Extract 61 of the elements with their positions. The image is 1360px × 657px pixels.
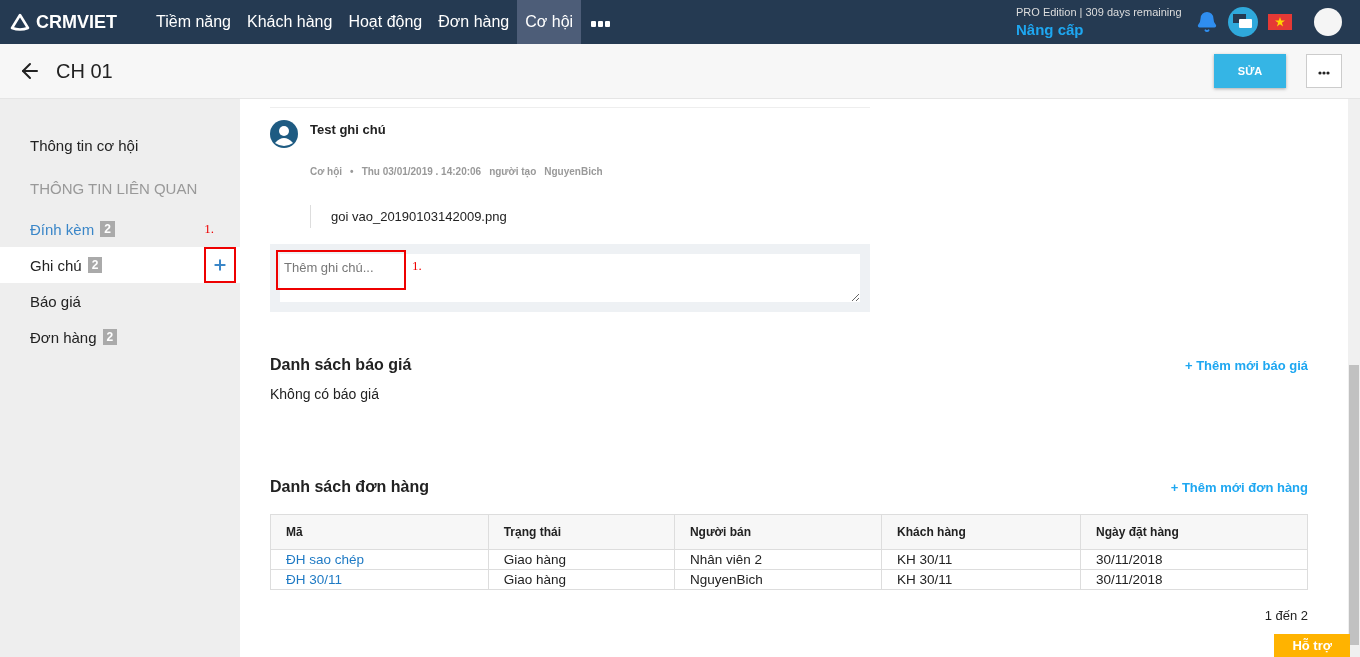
sidebar-item[interactable]: Đơn hàng 2 (0, 319, 240, 355)
column-header: Người bán (674, 514, 882, 550)
annotation-number: 1. (204, 221, 214, 237)
more-icon (1318, 71, 1330, 75)
more-button[interactable] (1306, 54, 1342, 88)
nav-tab[interactable]: Khách hàng (239, 0, 341, 44)
order-link[interactable]: ĐH 30/11 (270, 569, 489, 590)
table-cell: NguyenBich (674, 569, 882, 590)
table-cell: Nhân viên 2 (674, 549, 882, 570)
table-cell: 30/11/2018 (1080, 549, 1308, 570)
count-badge: 2 (102, 329, 118, 345)
sidebar-item[interactable]: Báo giá (0, 283, 240, 319)
sidebar-label[interactable]: Ghi chú (30, 256, 82, 274)
annotation-number: 1. (412, 258, 422, 274)
brand-name: CRMVIET (36, 11, 117, 33)
note-title: Test ghi chú (310, 122, 386, 139)
edition-text: PRO Edition | 309 days remaining (1016, 6, 1183, 18)
chat-icon[interactable] (1228, 7, 1258, 37)
creator-label: người tạo (489, 166, 537, 177)
brand-logo[interactable]: CRMVIET (0, 11, 148, 33)
sidebar-link[interactable]: Thông tin cơ hội (0, 129, 240, 162)
nav-tab[interactable]: Cơ hội (517, 0, 582, 44)
table-cell: Giao hàng (488, 569, 675, 590)
table-cell: 30/11/2018 (1080, 569, 1308, 590)
upgrade-link[interactable]: Nâng cấp (1016, 21, 1196, 38)
section-title: Danh sách đơn hàng (270, 478, 429, 496)
separator-dot: • (350, 166, 354, 177)
scrollbar[interactable] (1348, 99, 1360, 657)
sidebar-label[interactable]: Báo giá (30, 292, 81, 310)
empty-message: Không có báo giá (270, 386, 380, 402)
user-avatar[interactable] (1314, 8, 1342, 36)
sidebar-item[interactable]: Đính kèm 2 1. (0, 211, 240, 247)
section-title: Danh sách báo giá (270, 356, 412, 374)
page-title: CH 01 (56, 59, 113, 83)
attachment-link[interactable]: goi vao_20190103142009.png (331, 209, 507, 224)
add-note-button[interactable] (204, 247, 236, 283)
column-header: Khách hàng (881, 514, 1081, 550)
table-cell: Giao hàng (488, 549, 675, 570)
count-badge: 2 (87, 257, 103, 273)
sidebar-label[interactable]: Đơn hàng (30, 328, 97, 346)
nav-tab[interactable]: Tiềm năng (148, 0, 239, 44)
section-heading: THÔNG TIN LIÊN QUAN (29, 179, 199, 199)
column-header: Trạng thái (488, 514, 675, 550)
user-icon (270, 120, 298, 148)
pagination-text: 1 đến 2 (1264, 608, 1308, 623)
note-creator: NguyenBich (544, 166, 603, 177)
table-cell: KH 30/11 (881, 549, 1081, 570)
count-badge: 2 (100, 221, 115, 237)
table-cell: KH 30/11 (881, 569, 1081, 590)
column-header: Mã (270, 514, 489, 550)
order-link[interactable]: ĐH sao chép (270, 549, 489, 570)
nav-tab[interactable]: Đơn hàng (430, 0, 518, 44)
logo-icon (10, 13, 30, 31)
plus-icon (212, 257, 228, 273)
bell-icon[interactable] (1196, 11, 1218, 33)
note-type: Cơ hội (310, 166, 343, 177)
column-header: Ngày đặt hàng (1080, 514, 1308, 550)
sidebar-item[interactable]: Ghi chú 2 (0, 247, 240, 283)
note-date: Thu 03/01/2019 . 14:20:06 (361, 166, 482, 177)
nav-tab[interactable]: Hoạt động (340, 0, 431, 44)
flag-icon[interactable] (1268, 14, 1292, 30)
